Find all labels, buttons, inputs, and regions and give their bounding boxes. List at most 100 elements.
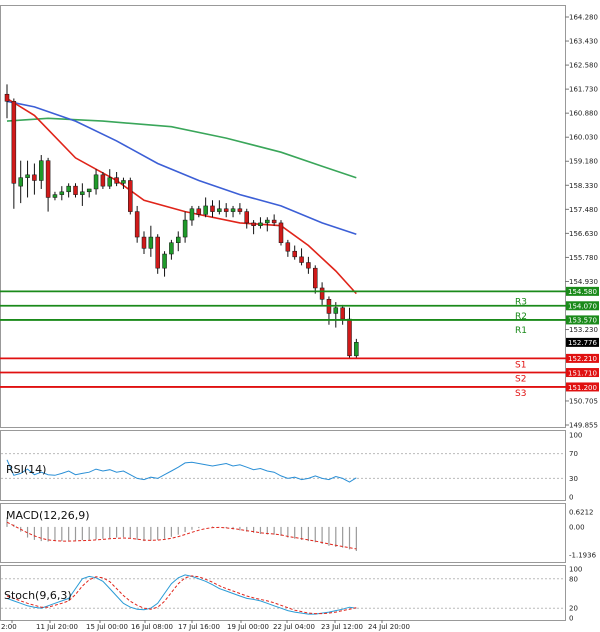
chart-canvas: 164.280 163.430 162.580 161.730 160.880 160.0… <box>0 5 599 631</box>
candle-body <box>347 318 352 357</box>
stoch-label: Stoch(9,6,3) <box>4 589 72 602</box>
candle <box>354 338 359 359</box>
candle-body <box>80 191 85 195</box>
candle <box>32 163 37 195</box>
stoch-tick-label: 100 <box>569 566 582 574</box>
level-value-r3: 154.580 <box>568 288 597 296</box>
candle-body <box>285 242 291 252</box>
candle-body <box>313 267 318 289</box>
x-tick-label: 15 Jul 00:00 <box>86 623 128 631</box>
stoch-tick-label: 20 <box>569 605 578 613</box>
candle <box>11 98 17 209</box>
level-value-s3: 151.200 <box>568 384 597 392</box>
candle <box>285 239 291 257</box>
candle-body <box>25 174 30 178</box>
candle <box>244 208 249 229</box>
candle-body <box>45 160 51 198</box>
pivot-levels: R3154.580R2154.070R1153.570S1152.210S215… <box>0 286 599 399</box>
candle <box>258 217 263 229</box>
y-tick-label: 150.705 <box>569 397 598 405</box>
macd-tick-label: 0.6212 <box>569 509 594 517</box>
candle-body <box>189 208 195 221</box>
y-tick-label: 163.430 <box>569 38 598 46</box>
candle <box>73 183 78 198</box>
candle-body <box>265 219 270 224</box>
candle-body <box>230 208 236 212</box>
candle <box>313 265 318 294</box>
rsi-pane: 100 70 30 0 <box>1 432 582 502</box>
current-price-value: 152.776 <box>568 339 597 347</box>
level-value-r2: 154.070 <box>568 303 597 311</box>
candle-body <box>176 236 181 243</box>
x-tick-label: 19 Jul 00:00 <box>227 623 269 631</box>
candle <box>141 231 147 255</box>
candle-body <box>66 185 71 193</box>
candle <box>107 169 112 189</box>
candle <box>217 200 222 215</box>
candle-body <box>299 256 304 263</box>
candle <box>162 251 167 277</box>
candle-body <box>100 174 106 187</box>
candle <box>45 157 51 212</box>
rsi-tick-label: 100 <box>569 432 582 440</box>
rsi-label: RSI(14) <box>6 463 46 476</box>
candle-body <box>217 208 222 212</box>
candle <box>93 169 99 195</box>
y-tick-label: 149.855 <box>569 422 598 430</box>
ma-fast-line <box>6 97 357 295</box>
candle-body <box>258 222 263 226</box>
current-price-tag: 152.776 <box>566 337 599 347</box>
level-name-s2: S2 <box>515 375 526 385</box>
rsi-pane-frame <box>0 430 566 501</box>
candle-body <box>11 101 17 184</box>
candle <box>251 220 256 235</box>
candle-body <box>333 307 339 314</box>
candle <box>189 205 195 226</box>
macd-label: MACD(12,26,9) <box>6 509 90 522</box>
candle-body <box>319 287 325 300</box>
candle <box>4 84 10 119</box>
candle <box>223 203 229 218</box>
main-y-axis: 164.280 163.430 162.580 161.730 160.880 160.0… <box>565 14 598 430</box>
level-name-s1: S1 <box>515 360 526 370</box>
candle <box>196 205 202 218</box>
stoch-tick-label: 0 <box>569 615 573 623</box>
candle <box>237 203 243 215</box>
candle-body <box>162 253 167 269</box>
candle <box>66 183 71 198</box>
rsi-tick-label: 30 <box>569 475 578 483</box>
ma-slow-line <box>6 117 357 179</box>
candlesticks <box>4 84 359 359</box>
candle <box>148 225 154 257</box>
candle-body <box>93 174 99 190</box>
y-tick-label: 161.730 <box>569 86 598 94</box>
x-tick-label: 23 Jul 12:00 <box>321 623 363 631</box>
candle-body <box>223 208 229 212</box>
ma-mid-line <box>6 100 357 235</box>
candle-body <box>52 194 58 198</box>
x-tick-label: 11 Jul 20:00 <box>36 623 78 631</box>
candle <box>271 214 277 226</box>
candle-body <box>18 177 23 187</box>
level-value-s1: 152.210 <box>568 355 597 363</box>
level-name-r1: R1 <box>515 326 527 336</box>
candle <box>306 256 311 274</box>
candle <box>292 245 297 260</box>
candle-body <box>59 191 65 195</box>
moving-averages <box>6 97 357 295</box>
x-tick-label: 17 Jul 16:00 <box>178 623 220 631</box>
candle <box>319 282 325 305</box>
candle-body <box>278 222 284 243</box>
main-plot-frame <box>0 5 566 428</box>
candle <box>39 155 44 189</box>
candle-body <box>141 236 147 249</box>
candle-body <box>39 160 44 181</box>
candle-body <box>155 236 160 269</box>
candle-body <box>271 219 277 224</box>
candle-body <box>121 180 126 184</box>
rsi-tick-label: 70 <box>569 450 578 458</box>
level-name-s3: S3 <box>515 389 526 399</box>
candle-body <box>73 185 78 195</box>
x-axis: 2:00 11 Jul 20:00 15 Jul 00:00 16 Jul 08:00… <box>1 620 410 631</box>
candle <box>182 211 188 243</box>
